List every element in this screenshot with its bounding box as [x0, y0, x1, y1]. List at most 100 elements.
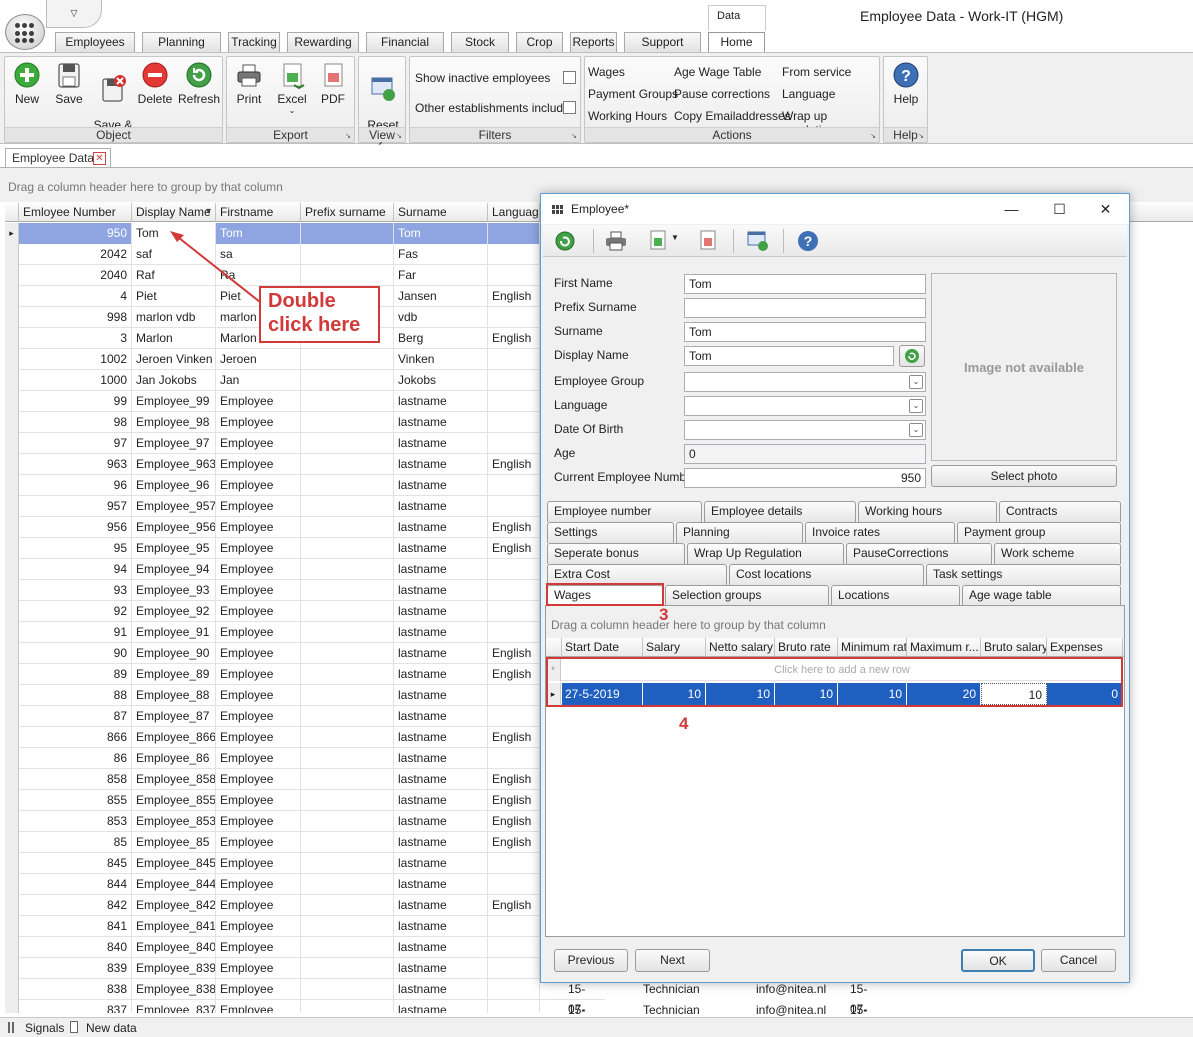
- cell-surname[interactable]: Tom: [394, 223, 488, 244]
- cell-display-name[interactable]: Employee_837: [132, 1000, 216, 1013]
- tab-settings[interactable]: Settings: [547, 522, 674, 543]
- tab-planning[interactable]: Planning: [676, 522, 803, 543]
- row-indicator[interactable]: [5, 622, 19, 643]
- cell-prefix-surname[interactable]: [301, 454, 394, 475]
- tab-contracts[interactable]: Contracts: [999, 501, 1121, 522]
- table-row[interactable]: 956 Employee_956 Employee lastname English: [5, 517, 605, 538]
- row-indicator[interactable]: [5, 580, 19, 601]
- cell-surname[interactable]: lastname: [394, 811, 488, 832]
- cell-prefix-surname[interactable]: [301, 370, 394, 391]
- other-establishments-checkbox[interactable]: [563, 101, 576, 114]
- table-row[interactable]: 1002 Jeroen Vinken Jeroen Vinken: [5, 349, 605, 370]
- row-indicator[interactable]: [5, 286, 19, 307]
- cell-firstname[interactable]: Employee: [216, 601, 301, 622]
- wages-column-minimum-rate[interactable]: Minimum rate: [838, 638, 907, 657]
- cell-emloyee-number[interactable]: 99: [19, 391, 132, 412]
- cell-emloyee-number[interactable]: 3: [19, 328, 132, 349]
- table-row[interactable]: ▸ 950 Tom Tom Tom: [5, 223, 605, 244]
- cell-emloyee-number[interactable]: 95: [19, 538, 132, 559]
- cell-prefix-surname[interactable]: [301, 937, 394, 958]
- next-button[interactable]: Next: [635, 949, 710, 972]
- cell-language[interactable]: English: [488, 454, 540, 475]
- cell-surname[interactable]: lastname: [394, 580, 488, 601]
- cell-surname[interactable]: lastname: [394, 454, 488, 475]
- cell-firstname[interactable]: Employee: [216, 874, 301, 895]
- cell-emloyee-number[interactable]: 956: [19, 517, 132, 538]
- cell-display-name[interactable]: Employee_956: [132, 517, 216, 538]
- cell-firstname[interactable]: Employee: [216, 895, 301, 916]
- row-indicator[interactable]: [5, 391, 19, 412]
- table-row[interactable]: 89 Employee_89 Employee lastname English: [5, 664, 605, 685]
- row-indicator[interactable]: [5, 1000, 19, 1013]
- cell-language[interactable]: [488, 391, 540, 412]
- row-indicator[interactable]: [5, 916, 19, 937]
- cell-display-name[interactable]: Employee_87: [132, 706, 216, 727]
- surname-field[interactable]: Tom: [684, 322, 926, 342]
- cell-surname[interactable]: lastname: [394, 706, 488, 727]
- cell-firstname[interactable]: Employee: [216, 769, 301, 790]
- row-indicator[interactable]: [5, 244, 19, 265]
- row-indicator[interactable]: [5, 265, 19, 286]
- cell-firstname[interactable]: Employee: [216, 748, 301, 769]
- row-indicator[interactable]: [5, 496, 19, 517]
- tab-employee-number[interactable]: Employee number: [547, 501, 702, 522]
- cell-prefix-surname[interactable]: [301, 706, 394, 727]
- refresh-icon[interactable]: [553, 230, 577, 252]
- table-row[interactable]: 957 Employee_957 Employee lastname: [5, 496, 605, 517]
- wages-column-salary[interactable]: Salary: [643, 638, 706, 657]
- cell-prefix-surname[interactable]: [301, 412, 394, 433]
- column-header-firstname[interactable]: Firstname: [216, 203, 301, 222]
- tab-seperate-bonus[interactable]: Seperate bonus: [547, 543, 685, 564]
- cell-emloyee-number[interactable]: 98: [19, 412, 132, 433]
- cell-language[interactable]: [488, 496, 540, 517]
- tab-age-wage-table[interactable]: Age wage table: [962, 585, 1121, 606]
- signals-label[interactable]: Signals: [25, 1021, 64, 1035]
- cell-surname[interactable]: lastname: [394, 832, 488, 853]
- cell-firstname[interactable]: Employee: [216, 685, 301, 706]
- previous-button[interactable]: Previous: [554, 949, 628, 972]
- cell-language[interactable]: [488, 706, 540, 727]
- cell-emloyee-number[interactable]: 841: [19, 916, 132, 937]
- tab-pausecorrections[interactable]: PauseCorrections: [846, 543, 992, 564]
- tab-financial[interactable]: Financial: [366, 32, 444, 52]
- cell-emloyee-number[interactable]: 858: [19, 769, 132, 790]
- row-indicator[interactable]: [5, 790, 19, 811]
- cell-prefix-surname[interactable]: [301, 979, 394, 1000]
- cell-language[interactable]: [488, 370, 540, 391]
- cell-prefix-surname[interactable]: [301, 580, 394, 601]
- row-indicator[interactable]: [5, 433, 19, 454]
- row-indicator[interactable]: [5, 958, 19, 979]
- cell-prefix-surname[interactable]: [301, 643, 394, 664]
- cell-surname[interactable]: lastname: [394, 895, 488, 916]
- cell-surname[interactable]: lastname: [394, 391, 488, 412]
- language-field[interactable]: ⌄: [684, 396, 926, 416]
- cell-firstname[interactable]: Employee: [216, 580, 301, 601]
- cell-surname[interactable]: lastname: [394, 538, 488, 559]
- cell-surname[interactable]: lastname: [394, 433, 488, 454]
- table-row[interactable]: 90 Employee_90 Employee lastname English: [5, 643, 605, 664]
- cell-language[interactable]: English: [488, 328, 540, 349]
- table-row[interactable]: 92 Employee_92 Employee lastname: [5, 601, 605, 622]
- cell-emloyee-number[interactable]: 855: [19, 790, 132, 811]
- doc-tab-employee-data[interactable]: Employee Data ✕: [5, 148, 111, 168]
- row-indicator[interactable]: [5, 559, 19, 580]
- cell-surname[interactable]: lastname: [394, 874, 488, 895]
- action-payment-groups[interactable]: Payment Groups: [588, 87, 678, 101]
- cell-display-name[interactable]: Employee_96: [132, 475, 216, 496]
- table-row[interactable]: 842 Employee_842 Employee lastname English: [5, 895, 605, 916]
- tab-rewarding[interactable]: Rewarding: [287, 32, 359, 52]
- column-header-display-name[interactable]: Display Name ▾: [132, 203, 216, 222]
- cell-emloyee-number[interactable]: 85: [19, 832, 132, 853]
- cell-display-name[interactable]: Employee_97: [132, 433, 216, 454]
- action-from-service[interactable]: From service: [782, 65, 851, 79]
- cell-prefix-surname[interactable]: [301, 664, 394, 685]
- cell-emloyee-number[interactable]: 838: [19, 979, 132, 1000]
- row-indicator[interactable]: [5, 769, 19, 790]
- quick-access-dropdown[interactable]: ▽: [46, 0, 102, 28]
- cell-display-name[interactable]: Employee_93: [132, 580, 216, 601]
- cell-surname[interactable]: lastname: [394, 1000, 488, 1013]
- table-row[interactable]: 858 Employee_858 Employee lastname English: [5, 769, 605, 790]
- tab-reports[interactable]: Reports: [570, 32, 617, 52]
- row-indicator[interactable]: [5, 349, 19, 370]
- cell-surname[interactable]: Far: [394, 265, 488, 286]
